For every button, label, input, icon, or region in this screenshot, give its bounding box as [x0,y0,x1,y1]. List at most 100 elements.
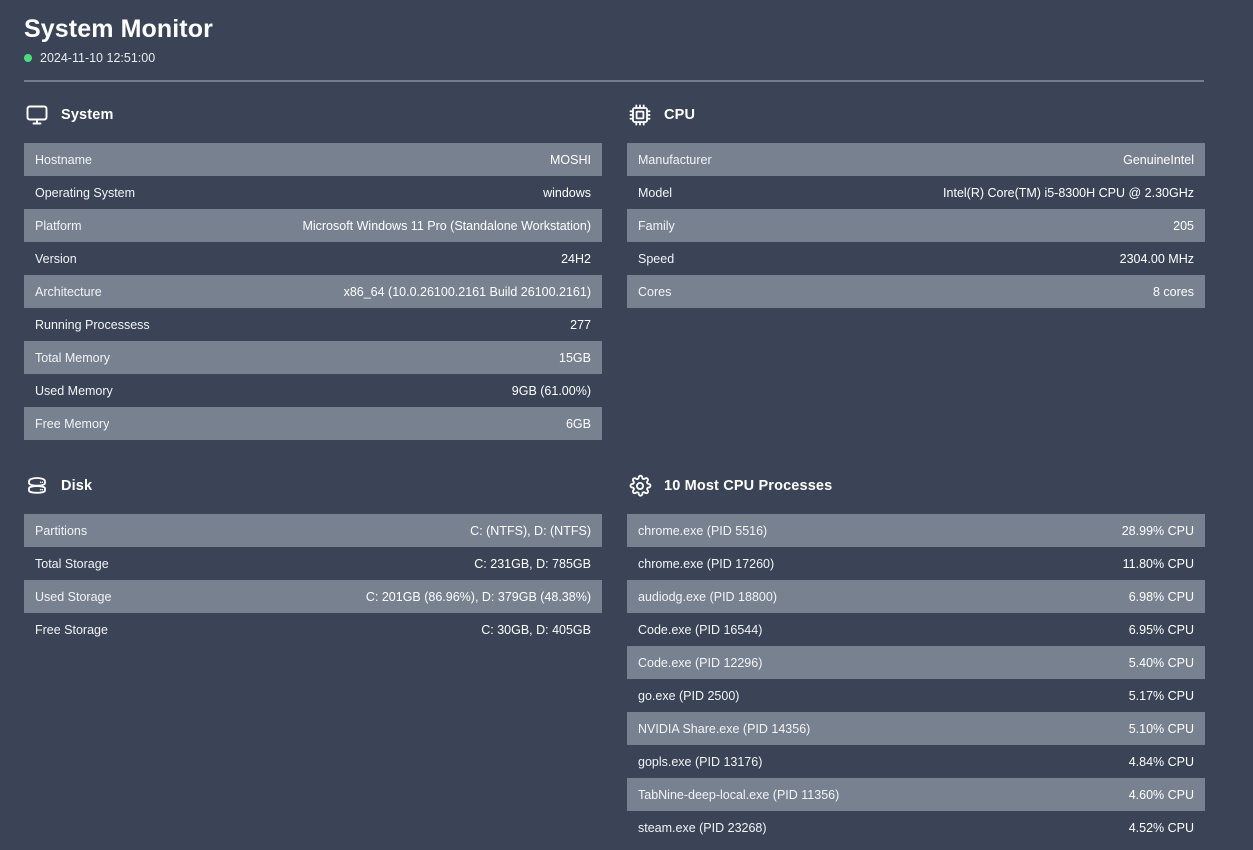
header-divider [24,80,1204,82]
row-label: Partitions [35,524,87,538]
table-row: Operating Systemwindows [24,176,602,209]
row-value: Microsoft Windows 11 Pro (Standalone Wor… [288,219,591,233]
row-label: go.exe (PID 2500) [638,689,739,703]
table-row: TabNine-deep-local.exe (PID 11356) 4.60% … [627,778,1205,811]
row-label: Hostname [35,153,92,167]
row-label: Platform [35,219,82,233]
status-line: 2024-11-10 12:51:00 [24,51,1204,65]
row-label: Model [638,186,672,200]
row-value: 5.10% CPU [1115,722,1194,736]
panel-processes-title: 10 Most CPU Processes [664,478,832,494]
table-row: Speed 2304.00 MHz [627,242,1205,275]
table-row: Model Intel(R) Core(TM) i5-8300H CPU @ 2.… [627,176,1205,209]
table-row: Cores 8 cores [627,275,1205,308]
row-label: NVIDIA Share.exe (PID 14356) [638,722,810,736]
row-label: Total Storage [35,557,109,571]
page-title: System Monitor [24,14,1204,44]
panel-disk-header: Disk [24,470,602,502]
table-row: Running Processess 277 [24,308,602,341]
row-value: 9GB (61.00%) [498,384,591,398]
row-value: 4.60% CPU [1115,788,1194,802]
table-row: Total Memory15GB [24,341,602,374]
row-value: 6.95% CPU [1115,623,1194,637]
table-row: Code.exe (PID 16544)6.95% CPU [627,613,1205,646]
row-value: 28.99% CPU [1108,524,1194,538]
row-label: Architecture [35,285,102,299]
panel-cpu: CPU Manufacturer GenuineIntel Model Intel(R… [627,99,1205,440]
row-label: Manufacturer [638,153,712,167]
system-monitor-page: System Monitor 2024-11-10 12:51:00 Syste… [0,0,1253,850]
table-row: Used Memory 9GB (61.00%) [24,374,602,407]
panel-system-header: System [24,99,602,131]
panel-processes-header: 10 Most CPU Processes [627,470,1205,502]
row-label: Total Memory [35,351,110,365]
table-row: Used Storage C: 201GB (86.96%), D: 379GB … [24,580,602,613]
row-label: chrome.exe (PID 17260) [638,557,774,571]
row-label: audiodg.exe (PID 18800) [638,590,777,604]
row-label: Running Processess [35,318,150,332]
table-row: Platform Microsoft Windows 11 Pro (Standa… [24,209,602,242]
row-value: 6.98% CPU [1115,590,1194,604]
table-row: Architecture x86_64 (10.0.26100.2161 Buil… [24,275,602,308]
row-value: C: 201GB (86.96%), D: 379GB (48.38%) [352,590,591,604]
table-row: steam.exe (PID 23268) 4.52% CPU [627,811,1205,844]
table-row: Partitions C: (NTFS), D: (NTFS) [24,514,602,547]
panel-system: System Hostname MOSHI Operating Systemwind… [24,99,602,440]
panel-disk: Disk Partitions C: (NTFS), D: (NTFS) Total… [24,470,602,844]
row-value: 8 cores [1139,285,1194,299]
row-value: GenuineIntel [1109,153,1194,167]
table-row: go.exe (PID 2500) 5.17% CPU [627,679,1205,712]
table-row: Code.exe (PID 12296)5.40% CPU [627,646,1205,679]
table-row: Version 24H2 [24,242,602,275]
cpu-chip-icon [627,103,652,128]
row-value: 5.17% CPU [1115,689,1194,703]
table-row: NVIDIA Share.exe (PID 14356) 5.10% CPU [627,712,1205,745]
timestamp-label: 2024-11-10 12:51:00 [40,51,155,65]
row-label: Cores [638,285,671,299]
table-row: Hostname MOSHI [24,143,602,176]
header: System Monitor 2024-11-10 12:51:00 [24,14,1204,65]
table-row: audiodg.exe (PID 18800) 6.98% CPU [627,580,1205,613]
row-value: MOSHI [536,153,591,167]
row-value: 4.52% CPU [1115,821,1194,835]
disk-stack-icon [24,474,49,499]
row-value: 277 [556,318,591,332]
row-label: Operating System [35,186,135,200]
row-label: Used Memory [35,384,113,398]
row-value: 4.84% CPU [1115,755,1194,769]
row-value: 11.80% CPU [1109,557,1194,571]
row-label: Version [35,252,77,266]
row-label: Free Memory [35,417,109,431]
processes-rows: chrome.exe (PID 5516)28.99% CPUchrome.ex… [627,514,1205,844]
row-label: Used Storage [35,590,111,604]
status-online-dot [24,54,32,62]
panel-disk-title: Disk [61,478,92,494]
row-value: C: (NTFS), D: (NTFS) [456,524,591,538]
row-label: Free Storage [35,623,108,637]
panel-processes: 10 Most CPU Processes chrome.exe (PID 55… [627,470,1205,844]
row-label: Code.exe (PID 12296) [638,656,762,670]
row-value: 2304.00 MHz [1106,252,1194,266]
row-label: chrome.exe (PID 5516) [638,524,767,538]
row-label: TabNine-deep-local.exe (PID 11356) [638,788,839,802]
row-value: 6GB [552,417,591,431]
disk-rows: Partitions C: (NTFS), D: (NTFS) Total Stor… [24,514,602,646]
table-row: chrome.exe (PID 5516) 28.99% CPU [627,514,1205,547]
panel-system-title: System [61,107,114,123]
panels-grid: System Hostname MOSHI Operating Systemwind… [24,99,1204,844]
row-label: Speed [638,252,674,266]
table-row: Total StorageC: 231GB, D: 785GB [24,547,602,580]
table-row: Free StorageC: 30GB, D: 405GB [24,613,602,646]
row-label: Family [638,219,675,233]
system-rows: HostnameMOSHIOperating SystemwindowsPlat… [24,143,602,440]
row-value: 24H2 [547,252,591,266]
monitor-icon [24,103,49,128]
table-row: Free Memory 6GB [24,407,602,440]
cpu-rows: Manufacturer GenuineIntel Model Intel(R) Co… [627,143,1205,308]
row-value: x86_64 (10.0.26100.2161 Build 26100.2161… [330,285,591,299]
table-row: chrome.exe (PID 17260) 11.80% CPU [627,547,1205,580]
row-value: Intel(R) Core(TM) i5-8300H CPU @ 2.30GHz [929,186,1194,200]
row-label: steam.exe (PID 23268) [638,821,767,835]
table-row: gopls.exe (PID 13176)4.84% CPU [627,745,1205,778]
panel-cpu-header: CPU [627,99,1205,131]
